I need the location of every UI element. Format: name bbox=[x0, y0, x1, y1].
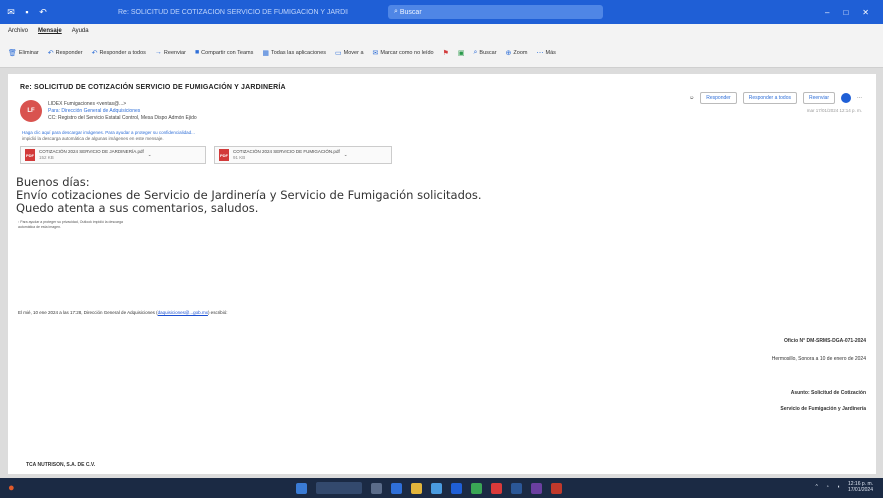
menu-mensaje[interactable]: Mensaje bbox=[38, 28, 62, 34]
volume-icon[interactable]: ◖ bbox=[837, 484, 840, 490]
reply-all-button[interactable]: ↶ Responder a todos bbox=[92, 49, 146, 57]
attachment-name: COTIZACIÓN 2024 SERVICIO DE FUMIGACIÓN.p… bbox=[233, 149, 340, 154]
pdf-icon: PDF bbox=[25, 149, 35, 161]
sender-block: LIDEX Fumigaciones <ventas@...> Para: Di… bbox=[48, 101, 197, 122]
signature-image-placeholder: ▫ Para ayudar a proteger su privacidad, … bbox=[18, 220, 123, 229]
letter-subject-detail: Servicio de Fumigación y Jardinería bbox=[780, 406, 866, 412]
close-icon[interactable]: ✕ bbox=[862, 8, 869, 17]
acrobat-icon[interactable] bbox=[551, 482, 562, 494]
body-line-2: Quedo atenta a sus comentarios, saludos. bbox=[16, 201, 259, 215]
window-titlebar: ✉ ▪ ↶ Re: SOLICITUD DE COTIZACIÓN SERVIC… bbox=[0, 0, 883, 24]
apps-button[interactable]: ▦ Todas las aplicaciones bbox=[262, 49, 326, 57]
letter-oficio: Oficio N° DM-SRMS-DGA-071-2024 bbox=[783, 338, 866, 344]
zoom-icon: ⊕ bbox=[505, 49, 512, 57]
flag-button[interactable]: ⚑ bbox=[443, 49, 449, 57]
unread-button[interactable]: ✉ Marcar como no leído bbox=[373, 49, 434, 57]
categorize-button[interactable]: ▣ bbox=[458, 49, 465, 57]
email-body: Buenos días: Envío cotizaciones de Servi… bbox=[16, 176, 482, 215]
attachment-size: 152 KB bbox=[39, 155, 54, 160]
search-box[interactable]: ⌕ Buscar bbox=[388, 5, 603, 19]
more-button[interactable]: ⋯ Más bbox=[536, 49, 555, 57]
message-date: mar 17/01/2024 12:14 p. m. bbox=[806, 108, 862, 113]
forward-action-button[interactable]: Reenviar bbox=[802, 92, 835, 104]
more-icon: ⋯ bbox=[536, 49, 544, 57]
reply-action-button[interactable]: Responder bbox=[700, 92, 737, 104]
menu-archivo[interactable]: Archivo bbox=[8, 28, 28, 34]
attachment-jardineria[interactable]: PDF COTIZACIÓN 2024 SERVICIO DE JARDINER… bbox=[20, 146, 206, 164]
letter-subject: Asunto: Solicitud de Cotización bbox=[790, 390, 866, 396]
chevron-up-icon[interactable]: ^ bbox=[816, 484, 818, 490]
reply-button[interactable]: ↶ Responder bbox=[48, 49, 83, 57]
recipient-to[interactable]: Para: Dirección General de Adquisiciones bbox=[48, 108, 197, 115]
emoji-icon[interactable]: ☺ bbox=[689, 95, 694, 101]
wifi-icon[interactable]: ◔ bbox=[826, 484, 829, 490]
forward-icon: → bbox=[154, 49, 162, 56]
reply-all-action-button[interactable]: Responder a todos bbox=[742, 92, 797, 104]
excel-icon[interactable] bbox=[471, 482, 482, 494]
attachment-fumigacion[interactable]: PDF COTIZACIÓN 2024 SERVICIO DE FUMIGACI… bbox=[214, 146, 392, 164]
chevron-down-icon[interactable]: ⌄ bbox=[344, 152, 348, 158]
start-icon[interactable] bbox=[296, 482, 307, 494]
email-subject: Re: SOLICITUD DE COTIZACIÓN SERVICIO DE … bbox=[20, 84, 286, 91]
ribbon-toolbar: 🗑 Eliminar ↶ Responder ↶ Responder a todos … bbox=[0, 38, 883, 68]
reading-pane: Re: SOLICITUD DE COTIZACIÓN SERVICIO DE … bbox=[8, 74, 876, 474]
search-placeholder: Buscar bbox=[399, 8, 422, 16]
store-icon[interactable] bbox=[431, 482, 442, 494]
reply-icon: ↶ bbox=[47, 49, 54, 57]
quoted-email-link[interactable]: daquisiciones@...gob.mx bbox=[158, 310, 208, 315]
browser-icon[interactable]: ● bbox=[8, 482, 15, 494]
forward-button[interactable]: → Reenviar bbox=[155, 49, 186, 56]
undo-icon[interactable]: ↶ bbox=[38, 7, 48, 17]
outlook-taskbar-icon[interactable] bbox=[451, 482, 462, 494]
window-title: Re: SOLICITUD DE COTIZACIÓN SERVICIO DE … bbox=[118, 8, 348, 16]
clock[interactable]: 12:16 p. m. 17/01/2024 bbox=[848, 481, 873, 493]
move-button[interactable]: ▭ Mover a bbox=[335, 49, 364, 57]
teams-icon: ■ bbox=[194, 49, 200, 56]
move-icon: ▭ bbox=[335, 49, 342, 57]
zoom-button[interactable]: ⊕ Zoom bbox=[506, 49, 528, 57]
teams-taskbar-icon[interactable] bbox=[531, 482, 542, 494]
more-options-icon[interactable]: ⋯ bbox=[857, 95, 862, 101]
letter-company: TCA NUTRISON, S.A. DE C.V. bbox=[26, 462, 96, 468]
chevron-down-icon[interactable]: ⌄ bbox=[148, 152, 152, 158]
minimize-icon[interactable]: – bbox=[825, 8, 829, 17]
find-button[interactable]: ⌕ Buscar bbox=[474, 49, 497, 57]
pdf-icon: PDF bbox=[219, 149, 229, 161]
message-actions: ☺ Responder Responder a todos Reenviar ⋯ bbox=[689, 92, 862, 104]
flag-icon: ⚑ bbox=[442, 49, 449, 57]
outlook-icon: ✉ bbox=[7, 7, 15, 17]
reply-all-icon: ↶ bbox=[91, 49, 98, 57]
search-icon: ⌕ bbox=[473, 48, 478, 56]
quoted-reply-header: El mié, 10 ene 2024 a las 17:28, Direcci… bbox=[18, 310, 228, 315]
teams-button[interactable]: ■ Compartir con Teams bbox=[195, 49, 253, 56]
taskbar: ● ^ ◔ ◖ 12:16 p. m. 17/01/2024 bbox=[0, 478, 883, 498]
tag-icon: ▣ bbox=[457, 49, 465, 57]
task-view-icon[interactable] bbox=[371, 482, 382, 494]
explorer-icon[interactable] bbox=[411, 482, 422, 494]
save-icon[interactable]: ▪ bbox=[22, 7, 32, 17]
taskbar-search[interactable] bbox=[316, 482, 362, 494]
teams-share-icon[interactable] bbox=[841, 93, 851, 103]
attachment-name: COTIZACIÓN 2024 SERVICIO DE JARDINERÍA.p… bbox=[39, 149, 144, 154]
taskbar-apps bbox=[296, 482, 562, 494]
system-tray: ^ ◔ ◖ 12:16 p. m. 17/01/2024 bbox=[816, 481, 873, 493]
chrome-icon[interactable] bbox=[491, 482, 502, 494]
avatar[interactable]: LF bbox=[20, 100, 42, 122]
recipient-cc[interactable]: CC: Registro del Servicio Estatal Contro… bbox=[48, 115, 197, 122]
edge-icon[interactable] bbox=[391, 482, 402, 494]
sender-name[interactable]: LIDEX Fumigaciones <ventas@...> bbox=[48, 101, 197, 108]
menu-ayuda[interactable]: Ayuda bbox=[72, 28, 89, 34]
apps-icon: ▦ bbox=[262, 49, 269, 57]
window-controls: – □ ✕ bbox=[825, 8, 869, 17]
images-blocked-notice[interactable]: Haga clic aquí para descargar imágenes. … bbox=[22, 130, 195, 142]
unread-icon: ✉ bbox=[372, 49, 379, 57]
maximize-icon[interactable]: □ bbox=[843, 8, 848, 17]
menu-bar: Archivo Mensaje Ayuda bbox=[0, 24, 883, 38]
delete-button[interactable]: 🗑 Eliminar bbox=[8, 49, 39, 57]
delete-icon: 🗑 bbox=[8, 49, 17, 57]
attachment-size: 91 KB bbox=[233, 155, 246, 160]
letter-date: Hermosillo, Sonora a 10 de enero de 2024 bbox=[771, 356, 866, 362]
word-icon[interactable] bbox=[511, 482, 522, 494]
